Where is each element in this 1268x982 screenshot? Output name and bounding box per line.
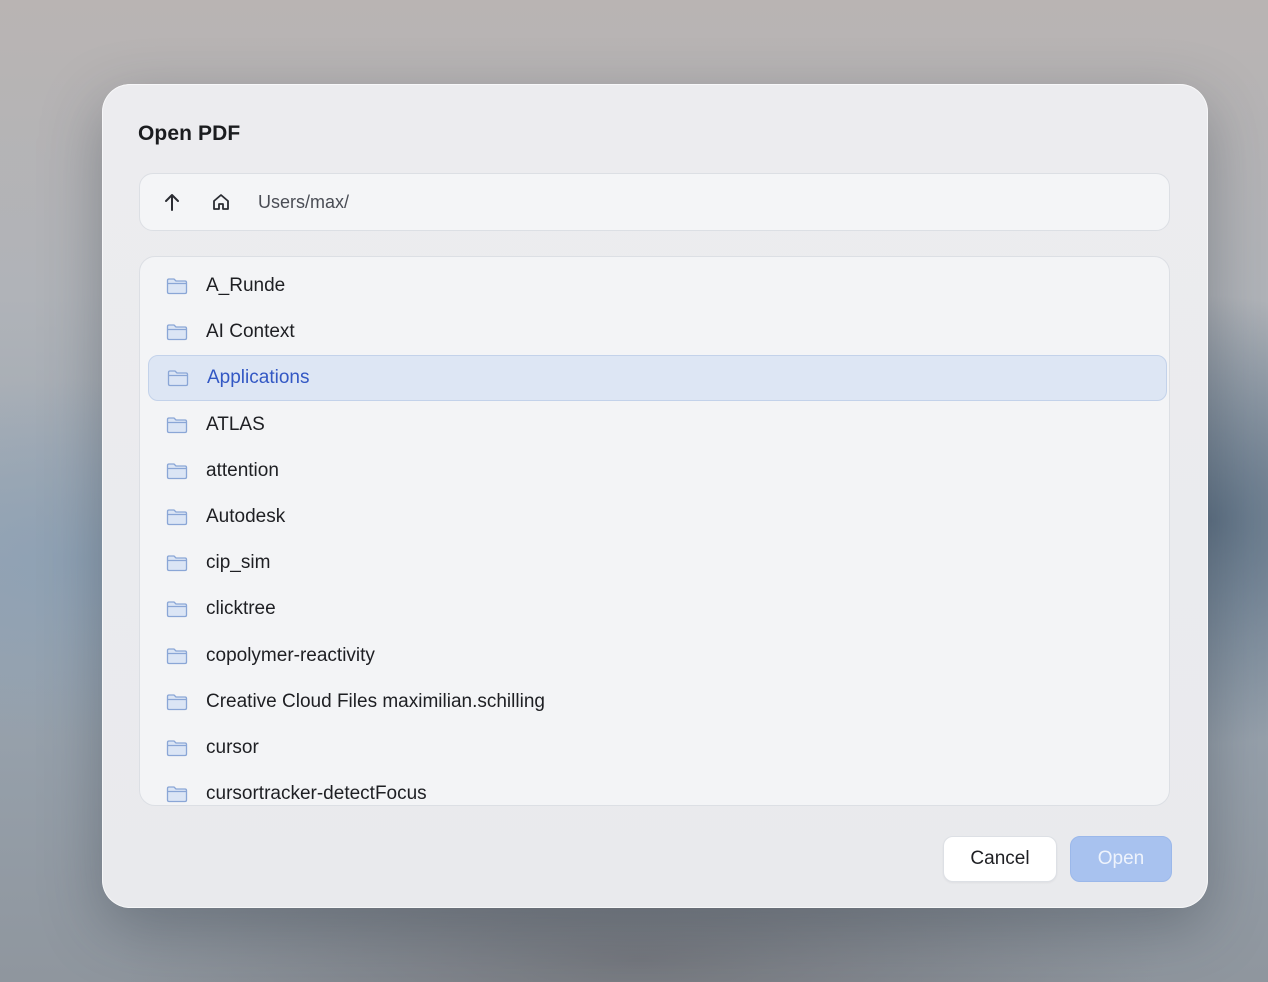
list-item[interactable]: Autodesk (148, 494, 1167, 540)
list-item-label: Applications (207, 367, 310, 389)
list-item[interactable]: AI Context (148, 309, 1167, 355)
list-item[interactable]: attention (148, 448, 1167, 494)
folder-icon (166, 462, 188, 480)
list-item-label: Creative Cloud Files maximilian.schillin… (206, 690, 545, 712)
home-icon[interactable] (209, 190, 233, 214)
list-item[interactable]: Applications (148, 355, 1167, 402)
open-button[interactable]: Open (1070, 836, 1172, 882)
list-item[interactable]: cursortracker-detectFocus (148, 771, 1167, 805)
list-item[interactable]: cip_sim (148, 540, 1167, 586)
folder-icon (166, 693, 188, 711)
list-item[interactable]: cursor (148, 725, 1167, 771)
list-item-label: clicktree (206, 598, 276, 620)
list-item-label: A_Runde (206, 275, 286, 296)
folder-icon (166, 739, 188, 757)
list-item-label: cursor (206, 737, 259, 758)
list-item[interactable]: Creative Cloud Files maximilian.schillin… (148, 679, 1167, 725)
folder-icon (166, 647, 188, 665)
folder-icon (166, 508, 188, 526)
dialog-title: Open PDF (138, 122, 241, 145)
folder-icon (166, 785, 188, 803)
folder-icon (166, 323, 188, 341)
list-item[interactable]: A_Runde (148, 263, 1167, 309)
open-pdf-dialog: Open PDF Users/max/ A_Runde AI Context App… (102, 84, 1208, 908)
list-item-label: attention (206, 459, 279, 481)
list-item-label: ATLAS (206, 413, 265, 435)
list-item-label: AI Context (206, 321, 295, 343)
list-item-label: cip_sim (206, 552, 271, 574)
path-bar: Users/max/ (139, 173, 1170, 231)
list-item[interactable]: clicktree (148, 586, 1167, 632)
list-item-label: Autodesk (206, 506, 286, 527)
arrow-up-icon[interactable] (160, 190, 184, 214)
list-item[interactable]: copolymer-reactivity (148, 633, 1167, 679)
folder-icon (166, 600, 188, 618)
folder-icon (166, 554, 188, 572)
list-item[interactable]: ATLAS (148, 402, 1167, 448)
current-path: Users/max/ (258, 191, 350, 212)
folder-icon (166, 277, 188, 295)
folder-list[interactable]: A_Runde AI Context Applications ATLAS attent… (139, 256, 1170, 806)
folder-icon (166, 416, 188, 434)
folder-icon (167, 369, 189, 387)
list-item-label: copolymer-reactivity (206, 644, 375, 666)
cancel-button[interactable]: Cancel (943, 836, 1057, 882)
list-item-label: cursortracker-detectFocus (206, 783, 427, 805)
